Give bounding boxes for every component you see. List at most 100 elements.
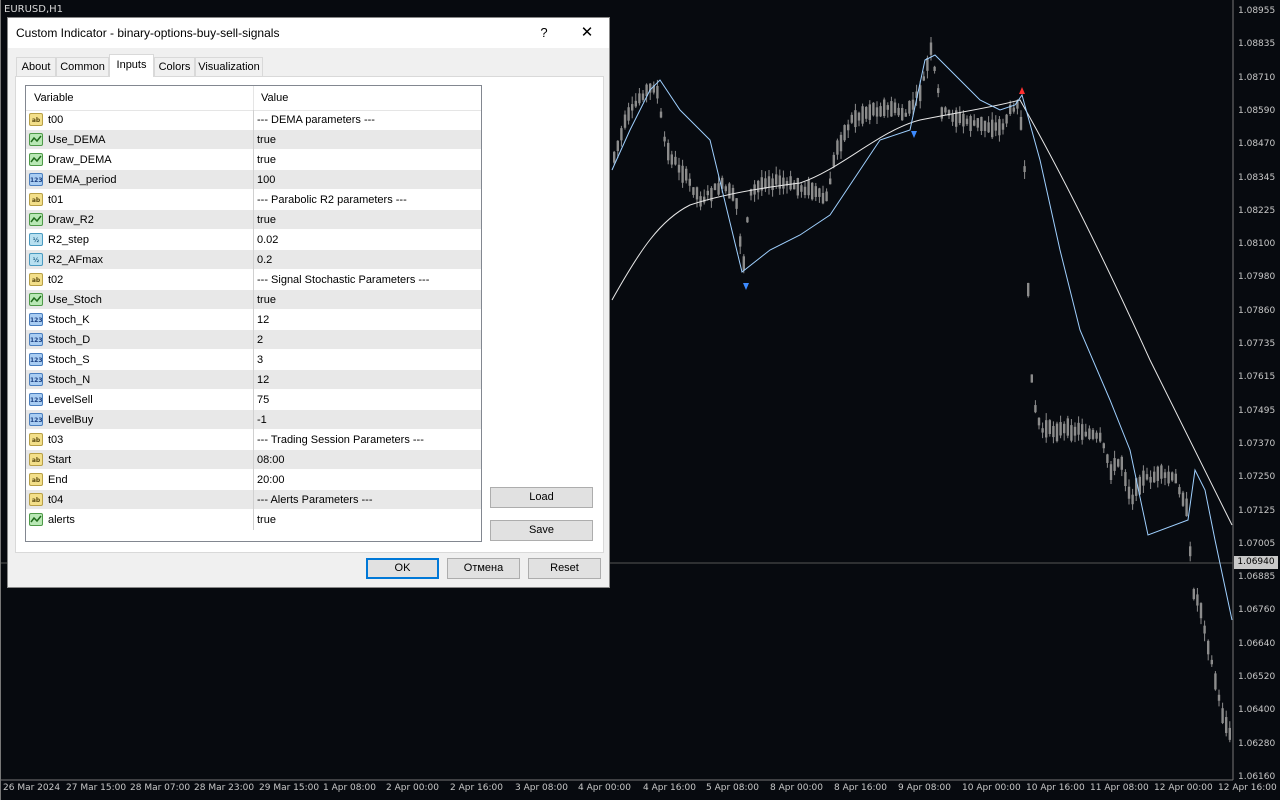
grid-row[interactable]: alerts true [26, 510, 481, 530]
variable-name: Stoch_D [48, 334, 91, 346]
candle-body [991, 119, 994, 138]
candle-body [1160, 465, 1163, 479]
grid-row[interactable]: 123 Stoch_D 2 [26, 330, 481, 350]
variable-value[interactable]: 75 [255, 390, 269, 410]
grid-row[interactable]: ab End 20:00 [26, 470, 481, 490]
variable-value[interactable]: 08:00 [255, 450, 285, 470]
grid-row[interactable]: ab t04 --- Alerts Parameters --- [26, 490, 481, 510]
ok-button[interactable]: OK [366, 558, 439, 579]
candle-body [829, 178, 832, 185]
variable-value[interactable]: --- Parabolic R2 parameters --- [255, 190, 407, 210]
inputs-grid[interactable]: Variable Value ab t00 --- DEMA parameters … [25, 85, 482, 542]
tab-inputs[interactable]: Inputs [109, 54, 154, 77]
candle-body [1149, 476, 1152, 483]
price-tick-label: 1.06400 [1238, 705, 1276, 716]
candle-body [879, 106, 882, 117]
candle-body [613, 151, 616, 163]
column-header-value[interactable]: Value [253, 86, 481, 110]
double-type-icon: ½ [29, 233, 43, 246]
variable-value[interactable]: true [255, 510, 276, 530]
variable-value[interactable]: --- Signal Stochastic Parameters --- [255, 270, 429, 290]
cell-divider [253, 190, 254, 210]
load-button[interactable]: Load [490, 487, 593, 508]
candle-body [692, 187, 695, 195]
variable-value[interactable]: --- DEMA parameters --- [255, 110, 375, 130]
price-tick-label: 1.07980 [1238, 272, 1276, 283]
candle-body [811, 182, 814, 200]
candle-body [872, 102, 875, 116]
price-tick-label: 1.08470 [1238, 139, 1276, 150]
cell-divider [253, 370, 254, 390]
column-header-variable[interactable]: Variable [26, 86, 253, 110]
close-button[interactable]: ✕ [576, 23, 598, 43]
tab-colors[interactable]: Colors [154, 57, 195, 76]
grid-row[interactable]: 123 Stoch_S 3 [26, 350, 481, 370]
variable-value[interactable]: --- Trading Session Parameters --- [255, 430, 424, 450]
grid-row[interactable]: ab t01 --- Parabolic R2 parameters --- [26, 190, 481, 210]
dialog-title: Custom Indicator - binary-options-buy-se… [16, 26, 280, 40]
variable-value[interactable]: --- Alerts Parameters --- [255, 490, 373, 510]
variable-name: alerts [48, 514, 75, 526]
grid-row[interactable]: ab t00 --- DEMA parameters --- [26, 110, 481, 130]
variable-value[interactable]: 12 [255, 310, 269, 330]
tab-about[interactable]: About [16, 57, 56, 76]
candle-body [677, 164, 681, 173]
variable-value[interactable]: true [255, 290, 276, 310]
candle-body [944, 107, 947, 113]
candle-body [1167, 471, 1170, 484]
candle-body [757, 180, 760, 193]
variable-value[interactable]: 12 [255, 370, 269, 390]
candle-body [1171, 472, 1174, 481]
candle-body [782, 177, 785, 189]
grid-row[interactable]: ab t03 --- Trading Session Parameters --- [26, 430, 481, 450]
grid-row[interactable]: 123 LevelBuy -1 [26, 410, 481, 430]
variable-value[interactable]: true [255, 130, 276, 150]
help-button[interactable]: ? [534, 23, 554, 43]
grid-row[interactable]: 123 LevelSell 75 [26, 390, 481, 410]
cell-divider [253, 470, 254, 490]
grid-row[interactable]: ½ R2_AFmax 0.2 [26, 250, 481, 270]
variable-value[interactable]: 0.2 [255, 250, 272, 270]
grid-row[interactable]: Use_Stoch true [26, 290, 481, 310]
candle-body [1181, 492, 1185, 506]
time-tick-label: 2 Apr 00:00 [386, 783, 439, 793]
grid-row[interactable]: 123 Stoch_N 12 [26, 370, 481, 390]
variable-value[interactable]: 2 [255, 330, 263, 350]
reset-button[interactable]: Reset [528, 558, 601, 579]
int-type-icon: 123 [29, 313, 43, 326]
tab-common[interactable]: Common [56, 57, 109, 76]
candle-body [778, 175, 781, 189]
price-tick-label: 1.06760 [1238, 605, 1276, 616]
candle-body [1012, 107, 1015, 112]
variable-value[interactable]: 0.02 [255, 230, 278, 250]
variable-value[interactable]: 3 [255, 350, 263, 370]
cancel-button[interactable]: Отмена [447, 558, 520, 579]
candle-body [627, 107, 630, 121]
candle-body [735, 198, 738, 209]
price-tick-label: 1.07250 [1238, 472, 1276, 483]
variable-value[interactable]: true [255, 210, 276, 230]
tab-visualization[interactable]: Visualization [195, 57, 263, 76]
save-button[interactable]: Save [490, 520, 593, 541]
grid-row[interactable]: ½ R2_step 0.02 [26, 230, 481, 250]
variable-value[interactable]: 20:00 [255, 470, 285, 490]
candle-body [922, 76, 925, 81]
grid-row[interactable]: ab Start 08:00 [26, 450, 481, 470]
candle-body [1178, 487, 1181, 495]
variable-value[interactable]: 100 [255, 170, 275, 190]
grid-row[interactable]: Draw_R2 true [26, 210, 481, 230]
candle-body [681, 165, 684, 183]
variable-value[interactable]: -1 [255, 410, 267, 430]
grid-row[interactable]: ab t02 --- Signal Stochastic Parameters --… [26, 270, 481, 290]
grid-row[interactable]: Use_DEMA true [26, 130, 481, 150]
candle-body [620, 128, 623, 141]
string-type-icon: ab [29, 473, 43, 486]
candle-body [908, 100, 911, 114]
variable-value[interactable]: true [255, 150, 276, 170]
price-tick-label: 1.06885 [1238, 572, 1276, 583]
grid-row[interactable]: Draw_DEMA true [26, 150, 481, 170]
grid-row[interactable]: 123 Stoch_K 12 [26, 310, 481, 330]
candle-body [796, 178, 799, 196]
candle-body [929, 42, 933, 55]
grid-row[interactable]: 123 DEMA_period 100 [26, 170, 481, 190]
